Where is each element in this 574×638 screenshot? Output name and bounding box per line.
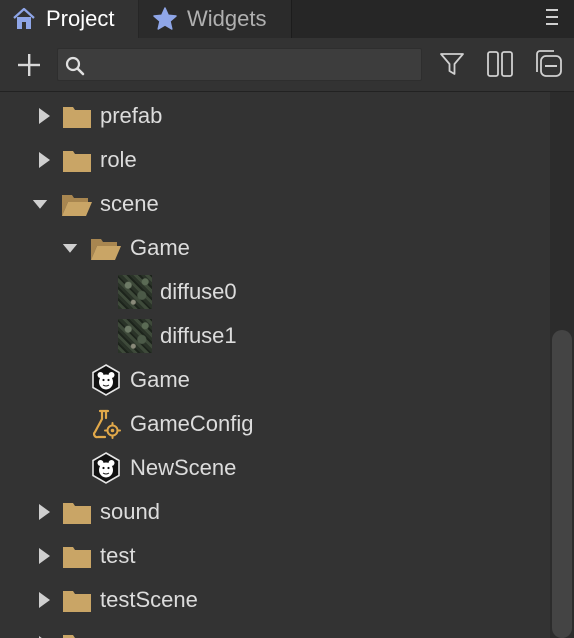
tree-item-label: diffuse1 <box>160 323 237 348</box>
folder-open-icon <box>90 232 122 264</box>
folder-icon <box>61 584 93 616</box>
tree-item-label: role <box>100 147 137 172</box>
plus-icon <box>18 54 40 76</box>
tree-item-label: test <box>100 543 136 568</box>
expand-arrow-icon[interactable] <box>36 548 52 564</box>
tree-item-label: NewScene <box>130 455 237 480</box>
search-box[interactable] <box>57 48 422 82</box>
tree-item-sound[interactable]: sound <box>0 490 550 534</box>
menu-icon[interactable] <box>542 6 562 28</box>
scrollbar-thumb[interactable] <box>552 330 572 638</box>
folder-open-icon <box>61 188 93 220</box>
search-icon <box>64 55 86 77</box>
folder-icon <box>61 496 93 528</box>
folder-icon <box>61 628 93 638</box>
filter-button[interactable] <box>437 49 467 79</box>
project-tree: prefab role scene Game diffuse0 diffuse1… <box>0 92 550 638</box>
tree-item-gameconfig[interactable]: GameConfig <box>0 402 550 446</box>
tree-item-label: diffuse0 <box>160 279 237 304</box>
tab-widgets-label: Widgets <box>187 6 267 31</box>
collapse-arrow-icon[interactable] <box>32 196 48 212</box>
config-flask-icon <box>90 408 122 440</box>
scene-monkey-icon <box>90 364 122 396</box>
tab-project[interactable]: Project <box>0 0 138 38</box>
texture-thumbnail-icon <box>117 318 153 354</box>
folder-icon <box>61 540 93 572</box>
tree-item-prefab[interactable]: prefab <box>0 94 550 138</box>
tab-project-label: Project <box>46 6 115 31</box>
tab-bar: Project Widgets <box>0 0 574 38</box>
tree-item-label: scene <box>100 191 159 216</box>
tree-item-scene[interactable]: scene <box>0 182 550 226</box>
tree-item-test[interactable]: test <box>0 534 550 578</box>
tree-item-label: prefab <box>100 103 163 128</box>
tree-item-label: Game <box>130 235 190 260</box>
texture-thumbnail-icon <box>117 274 153 310</box>
collapse-all-icon <box>536 50 562 77</box>
scene-monkey-icon <box>90 452 122 484</box>
columns-icon <box>487 51 513 77</box>
collapse-arrow-icon[interactable] <box>62 240 78 256</box>
expand-arrow-icon[interactable] <box>36 108 52 124</box>
tree-item-game-folder[interactable]: Game <box>0 226 550 270</box>
add-button[interactable] <box>14 50 44 80</box>
tree-item-partial[interactable] <box>0 622 550 638</box>
tree-item-diffuse1[interactable]: diffuse1 <box>0 314 550 358</box>
tree-item-newscene[interactable]: NewScene <box>0 446 550 490</box>
tree-item-role[interactable]: role <box>0 138 550 182</box>
tree-item-label: testScene <box>100 587 198 612</box>
expand-arrow-icon[interactable] <box>36 152 52 168</box>
home-icon <box>10 5 38 33</box>
search-input[interactable] <box>92 49 416 82</box>
expand-arrow-icon[interactable] <box>36 504 52 520</box>
tree-item-label: sound <box>100 499 160 524</box>
filter-icon <box>440 53 464 75</box>
star-icon <box>151 5 179 33</box>
folder-icon <box>61 144 93 176</box>
tab-widgets[interactable]: Widgets <box>139 0 292 38</box>
columns-button[interactable] <box>484 49 516 79</box>
tree-item-testscene[interactable]: testScene <box>0 578 550 622</box>
collapse-all-button[interactable] <box>530 48 564 80</box>
expand-arrow-icon[interactable] <box>36 592 52 608</box>
tree-item-game-scene[interactable]: Game <box>0 358 550 402</box>
tree-item-diffuse0[interactable]: diffuse0 <box>0 270 550 314</box>
folder-icon <box>61 100 93 132</box>
toolbar <box>0 38 574 92</box>
tree-item-label: GameConfig <box>130 411 254 436</box>
tree-item-label: Game <box>130 367 190 392</box>
